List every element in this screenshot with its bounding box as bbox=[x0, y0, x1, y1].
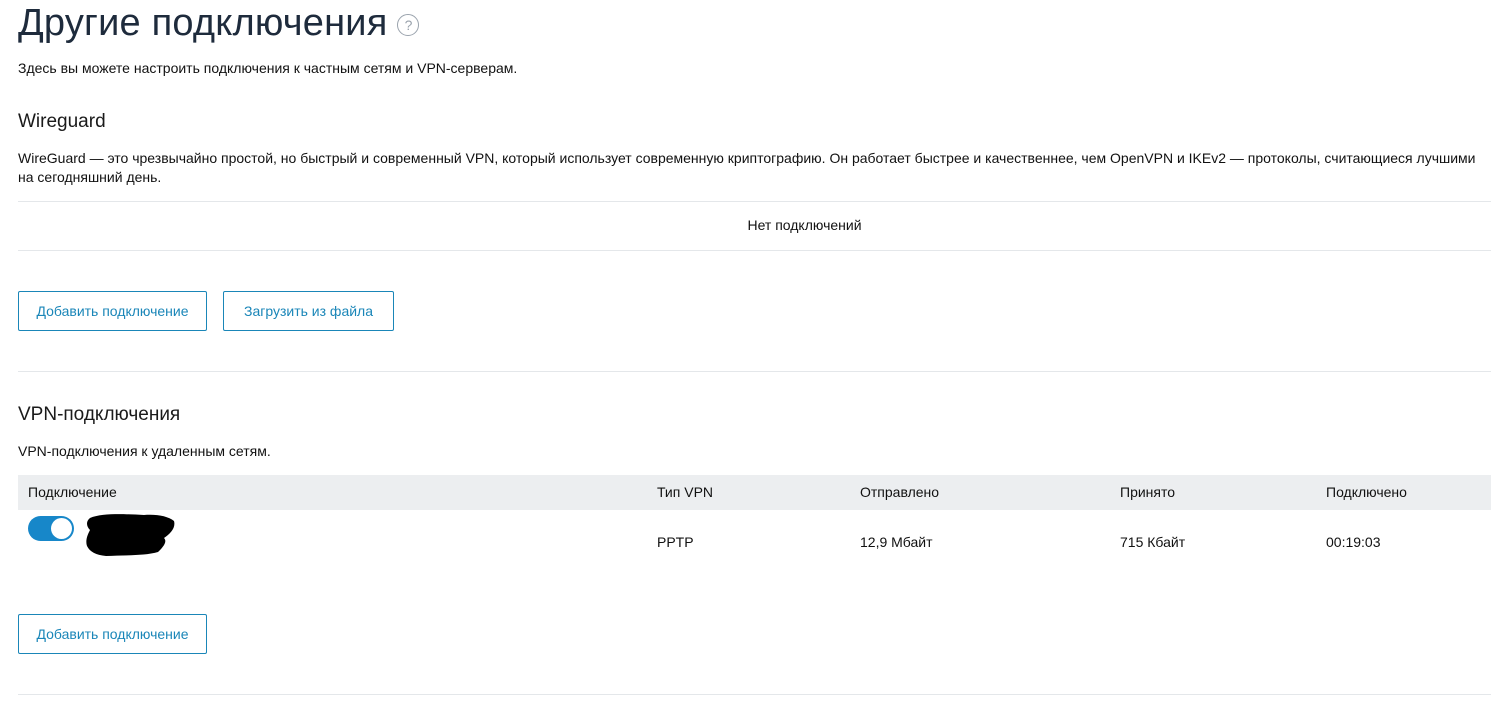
column-header-received: Принято bbox=[1120, 484, 1176, 500]
toggle-knob bbox=[51, 518, 72, 539]
wireguard-load-from-file-button[interactable]: Загрузить из файла bbox=[223, 291, 394, 331]
question-circle-icon[interactable]: ? bbox=[397, 13, 420, 36]
connected-time-cell: 00:19:03 bbox=[1326, 534, 1381, 550]
redacted-connection-name bbox=[86, 514, 175, 556]
page-description: Здесь вы можете настроить подключения к … bbox=[18, 60, 518, 76]
sent-cell: 12,9 Мбайт bbox=[860, 534, 933, 550]
section-divider bbox=[18, 694, 1491, 695]
wireguard-description: WireGuard — это чрезвычайно простой, но … bbox=[18, 150, 1476, 185]
vpn-section-title: VPN-подключения bbox=[18, 404, 181, 425]
wireguard-section-title: Wireguard bbox=[18, 111, 106, 132]
wireguard-empty-message: Нет подключений bbox=[747, 217, 862, 233]
vpn-type-cell: PPTP bbox=[657, 534, 694, 550]
page-title: Другие подключения bbox=[18, 2, 388, 44]
connection-enable-toggle[interactable] bbox=[28, 516, 74, 541]
divider bbox=[18, 201, 1491, 202]
divider bbox=[18, 250, 1491, 251]
column-header-connected: Подключено bbox=[1326, 484, 1407, 500]
section-divider bbox=[18, 371, 1491, 372]
title-row: Другие подключения ? bbox=[18, 2, 420, 45]
vpn-description: VPN-подключения к удаленным сетям. bbox=[18, 443, 271, 459]
wireguard-add-connection-button[interactable]: Добавить подключение bbox=[18, 291, 207, 331]
column-header-sent: Отправлено bbox=[860, 484, 940, 500]
column-header-connection: Подключение bbox=[28, 484, 117, 500]
vpn-add-connection-button[interactable]: Добавить подключение bbox=[18, 614, 207, 654]
column-header-vpn-type: Тип VPN bbox=[657, 484, 714, 500]
received-cell: 715 Кбайт bbox=[1120, 534, 1186, 550]
vpn-table-header: Подключение Тип VPN Отправлено Принято П… bbox=[18, 475, 1491, 510]
